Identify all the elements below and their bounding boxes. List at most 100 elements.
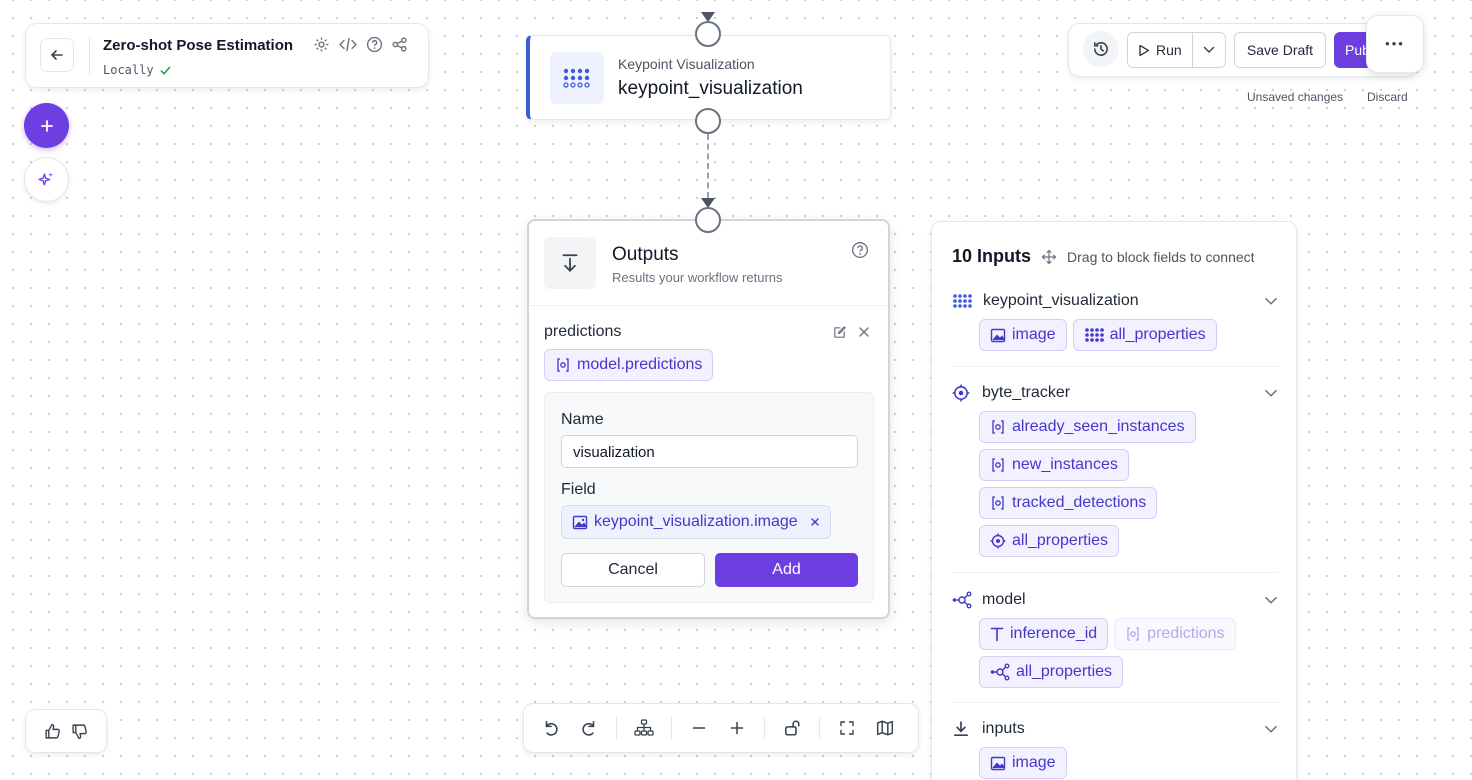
chevron-down-icon[interactable] xyxy=(1264,297,1278,306)
chip-label: all_properties xyxy=(1012,532,1109,549)
minus-icon xyxy=(692,727,706,729)
plus-icon xyxy=(40,119,53,132)
field-label: Field xyxy=(561,481,596,498)
chip-label: inference_id xyxy=(1010,625,1098,642)
input-chip[interactable]: all_properties xyxy=(979,656,1124,688)
outputs-node: Outputs Results your workflow returns pr… xyxy=(527,219,890,619)
chevron-down-icon[interactable] xyxy=(1264,596,1278,605)
ai-assistant-button[interactable] xyxy=(24,157,69,202)
section-name: inputs xyxy=(982,720,1025,737)
chip-label: new_instances xyxy=(1012,456,1118,473)
run-button[interactable]: Run xyxy=(1128,33,1193,67)
input-section-keypoint-visualization: keypoint_visualization image all_propert… xyxy=(952,283,1278,367)
redo-button[interactable] xyxy=(572,711,606,745)
input-chip[interactable]: already_seen_instances xyxy=(979,411,1196,443)
node-icon-box xyxy=(550,52,604,104)
edit-icon[interactable] xyxy=(832,325,847,340)
name-field[interactable]: visualization xyxy=(561,435,858,468)
save-draft-button[interactable]: Save Draft xyxy=(1234,32,1326,68)
zoom-in-button[interactable] xyxy=(720,711,754,745)
input-chip[interactable]: all_properties xyxy=(979,525,1120,557)
arrow-down-to-line-icon xyxy=(562,254,578,272)
auto-layout-button[interactable] xyxy=(627,711,661,745)
existing-output-name: predictions xyxy=(544,323,622,340)
discard-link[interactable]: Discard xyxy=(1367,90,1408,104)
add-output-form: Name visualization Field keypoint_visual… xyxy=(544,392,874,603)
input-chip[interactable]: inference_id xyxy=(979,618,1109,650)
chip-label: tracked_detections xyxy=(1012,494,1147,511)
download-icon xyxy=(953,721,969,737)
chevron-down-icon[interactable] xyxy=(1264,389,1278,398)
workflow-title[interactable]: Zero-shot Pose Estimation xyxy=(103,37,293,54)
section-name: keypoint_visualization xyxy=(983,292,1139,309)
add-button[interactable]: Add xyxy=(715,553,858,587)
edge-dashed xyxy=(707,134,709,198)
section-header[interactable]: inputs xyxy=(952,711,1278,747)
run-options-button[interactable] xyxy=(1193,33,1225,67)
unlock-icon xyxy=(785,720,800,736)
map-icon xyxy=(876,720,894,736)
plus-icon xyxy=(730,721,744,735)
fit-view-button[interactable] xyxy=(830,711,864,745)
field-value: keypoint_visualization.image xyxy=(594,513,798,530)
model-graph-icon xyxy=(990,663,1010,681)
version-history-button[interactable] xyxy=(1083,31,1119,67)
outputs-input-connector[interactable] xyxy=(695,207,721,233)
outputs-title: Outputs xyxy=(612,244,679,265)
input-chip[interactable]: image xyxy=(979,319,1067,351)
name-label: Name xyxy=(561,411,604,428)
deployment-location[interactable]: Locally xyxy=(103,63,172,77)
selector-icon xyxy=(992,458,1004,472)
outputs-divider xyxy=(529,305,888,306)
share-icon[interactable] xyxy=(391,36,408,53)
target-icon xyxy=(952,384,970,402)
code-icon[interactable] xyxy=(338,36,358,53)
settings-icon[interactable] xyxy=(313,36,330,53)
undo-button[interactable] xyxy=(534,711,568,745)
selector-icon xyxy=(1127,627,1139,641)
input-section-byte-tracker: byte_tracker already_seen_instances new_… xyxy=(952,375,1278,573)
more-options-button[interactable]: ••• xyxy=(1366,15,1424,73)
remove-output-icon[interactable] xyxy=(858,326,870,338)
history-icon xyxy=(1094,42,1108,56)
thumbs-down-icon[interactable] xyxy=(71,723,88,740)
back-button[interactable] xyxy=(40,38,74,72)
drag-move-icon xyxy=(1041,249,1057,264)
outputs-help-icon[interactable] xyxy=(851,241,869,259)
input-chip[interactable]: tracked_detections xyxy=(979,487,1158,519)
input-chip-disabled[interactable]: predictions xyxy=(1114,618,1236,650)
node-output-connector[interactable] xyxy=(695,108,721,134)
controls-divider xyxy=(671,716,672,740)
zoom-out-button[interactable] xyxy=(682,711,716,745)
input-chip[interactable]: all_properties xyxy=(1072,319,1217,351)
play-icon xyxy=(1139,44,1150,56)
chevron-down-icon[interactable] xyxy=(1264,725,1278,734)
clear-field-icon[interactable] xyxy=(810,517,820,527)
lock-toggle-button[interactable] xyxy=(775,711,809,745)
cancel-button[interactable]: Cancel xyxy=(561,553,705,587)
selector-icon xyxy=(992,496,1004,510)
location-label: Locally xyxy=(103,63,154,77)
thumbs-up-icon[interactable] xyxy=(44,723,61,740)
section-header[interactable]: byte_tracker xyxy=(952,375,1278,411)
field-selector-chip[interactable]: keypoint_visualization.image xyxy=(561,505,831,539)
input-chip[interactable]: image xyxy=(979,747,1067,779)
existing-output-value: model.predictions xyxy=(577,356,703,373)
add-block-button[interactable] xyxy=(24,103,69,148)
section-header[interactable]: model xyxy=(952,582,1278,618)
help-icon[interactable] xyxy=(366,36,383,53)
selector-icon xyxy=(557,358,569,372)
grid-dots-icon xyxy=(1084,328,1104,342)
section-header[interactable]: keypoint_visualization xyxy=(952,283,1278,319)
inputs-count-title: 10 Inputs xyxy=(952,246,1032,266)
workflow-header: Zero-shot Pose Estimation Locally xyxy=(25,23,429,88)
feedback-widget xyxy=(25,709,107,753)
input-chip[interactable]: new_instances xyxy=(979,449,1129,481)
outputs-icon-box xyxy=(544,237,596,289)
minimap-button[interactable] xyxy=(868,711,902,745)
node-input-connector[interactable] xyxy=(695,21,721,47)
existing-output-chip[interactable]: model.predictions xyxy=(544,349,714,381)
unsaved-changes-label: Unsaved changes xyxy=(1247,90,1344,104)
section-name: byte_tracker xyxy=(982,384,1071,401)
check-icon xyxy=(160,66,170,75)
